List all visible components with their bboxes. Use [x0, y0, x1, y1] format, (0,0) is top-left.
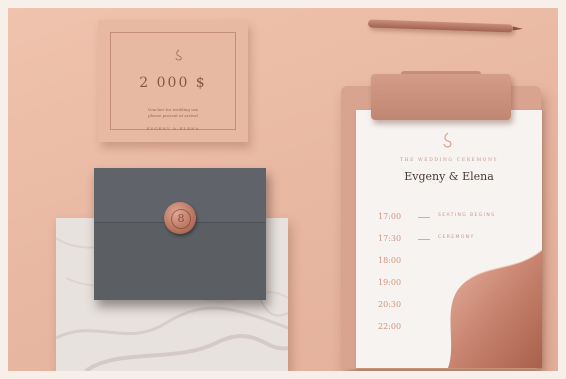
invitation-names: Evgeny & Elena	[404, 170, 494, 183]
gift-card-border: 2 000 $ Voucher for wedding use please p…	[110, 32, 236, 131]
gift-card-text-line: please present at arrival	[148, 113, 198, 118]
wax-seal: 8	[164, 202, 196, 234]
invitation-heading: THE WEDDING CEREMONY	[399, 158, 499, 163]
wax-seal-monogram: 8	[171, 209, 191, 229]
monogram-logo-icon	[443, 132, 452, 148]
schedule-time: 18:00	[378, 256, 402, 265]
schedule-divider	[418, 217, 430, 218]
curled-page-corner	[448, 249, 542, 368]
gift-card-names: EVGENY & ELENA	[146, 126, 200, 131]
pen	[367, 19, 524, 33]
schedule-time: 22:00	[378, 322, 402, 331]
schedule-time: 19:00	[378, 278, 402, 287]
monogram-logo-icon	[175, 49, 182, 61]
schedule-row: 17:00 SEATING BEGINS	[378, 212, 538, 224]
schedule-time: 17:30	[378, 234, 402, 243]
pen-tip	[512, 26, 524, 31]
schedule-time: 17:00	[378, 212, 402, 221]
gift-card-amount: 2 000 $	[139, 75, 207, 91]
envelope: 8	[94, 168, 266, 300]
gift-card: 2 000 $ Voucher for wedding use please p…	[98, 20, 248, 142]
schedule-time: 20:30	[378, 300, 402, 309]
clipboard-clip	[371, 74, 511, 120]
schedule-event: SEATING BEGINS	[438, 213, 496, 218]
stationery-mockup-scene: 2 000 $ Voucher for wedding use please p…	[8, 8, 558, 371]
